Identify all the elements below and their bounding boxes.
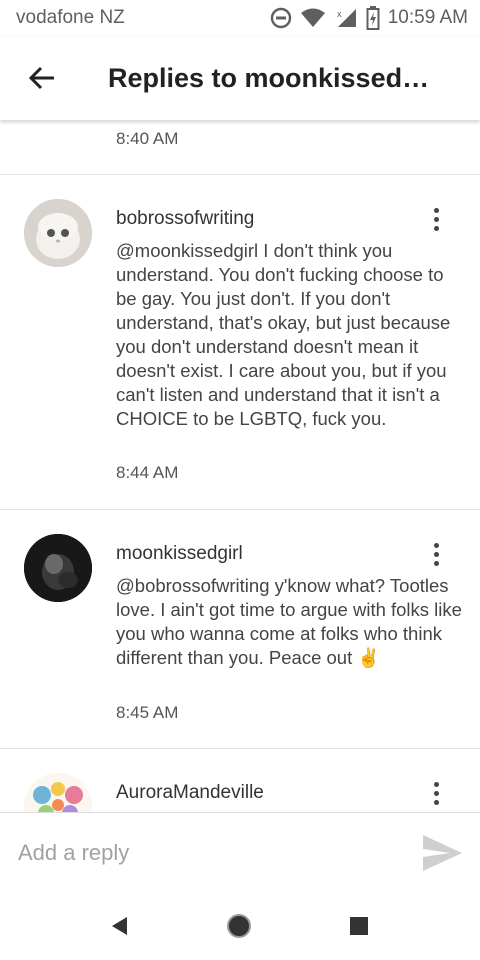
reply-username[interactable]: bobrossofwriting: [116, 208, 254, 230]
more-vert-icon: [433, 542, 439, 548]
nav-recents-icon: [350, 917, 368, 935]
previous-reply-time: 8:40 AM: [116, 129, 179, 148]
app-bar: Replies to moonkissed…: [0, 36, 480, 120]
avatar[interactable]: [24, 199, 92, 267]
cat-avatar-icon: [24, 199, 92, 267]
battery-icon: [366, 6, 380, 30]
reply-text: @bobrossofwriting y'know what? Tootles l…: [116, 575, 462, 668]
status-icons: x 10:59 AM: [270, 6, 468, 30]
nav-home-icon: [227, 914, 251, 938]
page-title: Replies to moonkissed…: [108, 62, 430, 93]
carrier-name: vodafone NZ: [16, 7, 125, 28]
avatar[interactable]: [24, 773, 92, 812]
reply-username[interactable]: AuroraMandeville: [116, 782, 264, 804]
more-vert-icon: [433, 781, 439, 787]
reply-item: bobrossofwriting @moonkissedgirl I don't…: [0, 175, 480, 509]
reply-input[interactable]: [18, 835, 398, 871]
clock: 10:59 AM: [387, 7, 468, 28]
nav-back-icon: [112, 917, 127, 935]
replies-feed[interactable]: 8:40 AM bobrossofwriting @moonkissedgirl…: [0, 120, 480, 812]
send-icon: [423, 835, 462, 871]
more-options-button[interactable]: [420, 538, 452, 570]
avatar[interactable]: [24, 534, 92, 602]
status-bar: vodafone NZ x 10:59 AM: [0, 0, 480, 36]
back-button[interactable]: [0, 36, 84, 120]
floral-avatar-icon: [24, 773, 92, 812]
do-not-disturb-icon: [270, 7, 291, 29]
nav-recents-button[interactable]: [343, 910, 375, 942]
reply-composer: [0, 812, 480, 892]
more-options-button[interactable]: [420, 777, 452, 809]
reply-text: @moonkissedgirl I don't think you unders…: [116, 240, 451, 429]
reply-item: moonkissedgirl @bobrossofwriting y'know …: [0, 510, 480, 748]
send-button[interactable]: [420, 831, 464, 875]
svg-text:x: x: [337, 9, 342, 19]
reply-time: 8:44 AM: [116, 463, 179, 482]
profile-photo-icon: [24, 534, 92, 602]
more-options-button[interactable]: [420, 203, 452, 235]
nav-home-button[interactable]: [223, 910, 255, 942]
nav-back-button[interactable]: [104, 910, 136, 942]
more-vert-icon: [433, 207, 439, 213]
reply-item: AuroraMandeville: [0, 749, 480, 812]
arrow-back-icon: [28, 66, 54, 90]
reply-username[interactable]: moonkissedgirl: [116, 543, 243, 565]
reply-time: 8:45 AM: [116, 703, 179, 722]
system-nav-bar: [0, 892, 480, 960]
cell-signal-icon: x: [337, 9, 356, 27]
wifi-icon: [300, 8, 325, 27]
